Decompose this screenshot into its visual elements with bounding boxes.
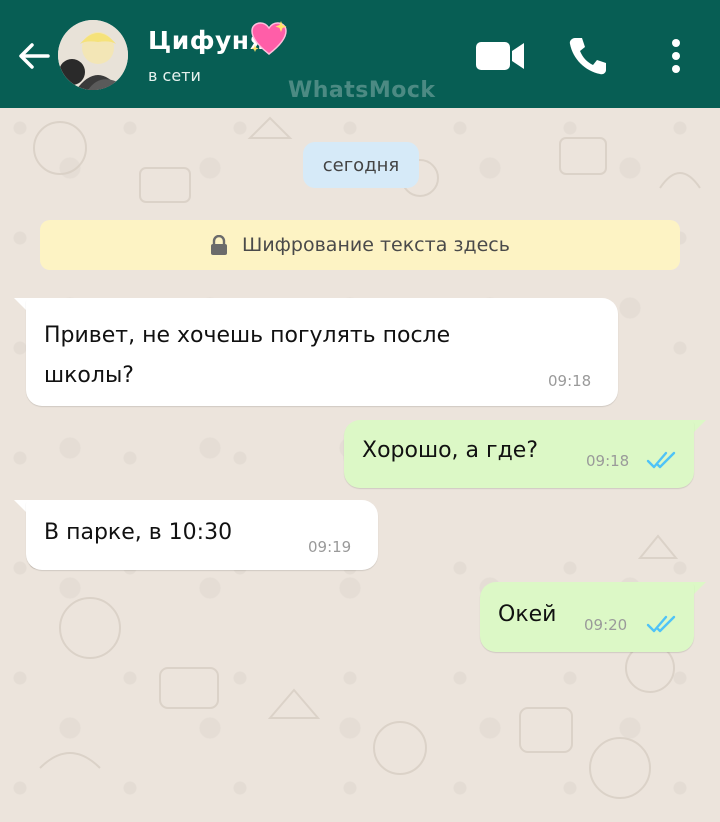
double-check-icon	[646, 615, 676, 633]
message-bubble-outgoing[interactable]: Окей 09:20	[480, 582, 694, 652]
watermark: WhatsMock	[288, 78, 436, 103]
arrow-left-icon[interactable]	[14, 36, 54, 76]
encryption-text: Шифрование текста здесь	[242, 234, 510, 256]
double-check-icon	[646, 451, 676, 469]
message-bubble-incoming[interactable]: Привет, не хочешь погулять после школы? …	[26, 298, 618, 406]
message-text: Привет, не хочешь погулять после школы?	[44, 323, 451, 388]
sparkling-heart-icon	[251, 21, 287, 55]
avatar[interactable]	[58, 20, 128, 90]
lock-icon	[211, 235, 228, 255]
contact-status: в сети	[148, 66, 201, 85]
message-time: 09:18	[548, 372, 592, 390]
message-bubble-outgoing[interactable]: Хорошо, а где? 09:18	[344, 420, 694, 488]
message-time: 09:19	[308, 538, 352, 556]
phone-icon[interactable]	[566, 34, 610, 78]
more-vertical-icon[interactable]	[664, 36, 688, 76]
message-bubble-incoming[interactable]: В парке, в 10:30 09:19	[26, 500, 378, 570]
avatar-image	[58, 20, 128, 90]
message-time: 09:20	[584, 616, 628, 634]
message-text: В парке, в 10:30	[44, 520, 233, 545]
message-text: Окей	[498, 602, 557, 627]
message-text: Хорошо, а где?	[362, 438, 538, 463]
chat-header: Цифуня в сети WhatsMock	[0, 0, 720, 108]
encryption-notice[interactable]: Шифрование текста здесь	[40, 220, 680, 270]
message-time: 09:18	[586, 452, 630, 470]
date-chip: сегодня	[303, 142, 419, 188]
video-camera-icon[interactable]	[474, 38, 526, 74]
